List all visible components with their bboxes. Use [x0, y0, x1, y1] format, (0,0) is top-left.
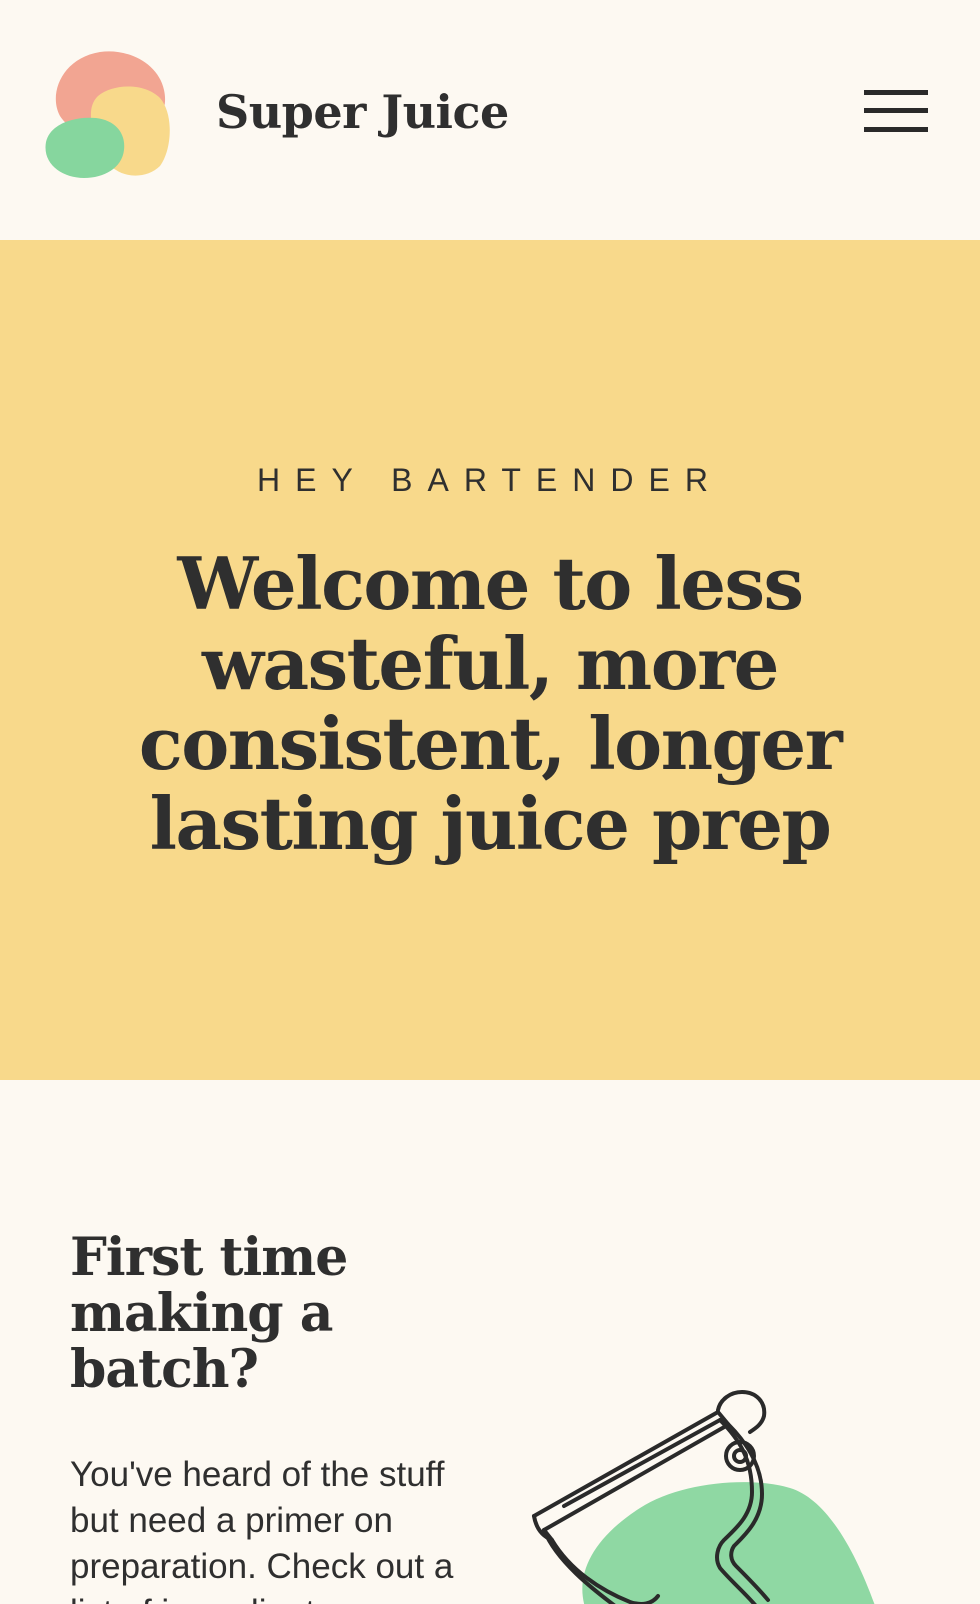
site-header: Super Juice: [0, 0, 980, 240]
hamburger-menu-icon[interactable]: [858, 86, 928, 140]
logo[interactable]: [40, 46, 176, 184]
section-body: You've heard of the stuff but need a pri…: [70, 1455, 454, 1604]
fruit-blobs-logo-icon: [45, 51, 170, 178]
section-title: First time making a batch?: [70, 1227, 348, 1400]
brand-name[interactable]: Super Juice: [216, 82, 509, 142]
peeler-illustration-icon: [532, 1390, 875, 1604]
hero-eyebrow: HEY BARTENDER: [257, 462, 723, 498]
menu-line: [864, 90, 928, 95]
menu-line: [864, 127, 928, 132]
menu-line: [864, 108, 928, 113]
first-batch-section: First time making a batch? You've heard …: [0, 1080, 980, 1604]
hero-title: Welcome to less wasteful, more consisten…: [138, 541, 843, 866]
hero-section: HEY BARTENDER Welcome to less wasteful, …: [0, 240, 980, 1080]
